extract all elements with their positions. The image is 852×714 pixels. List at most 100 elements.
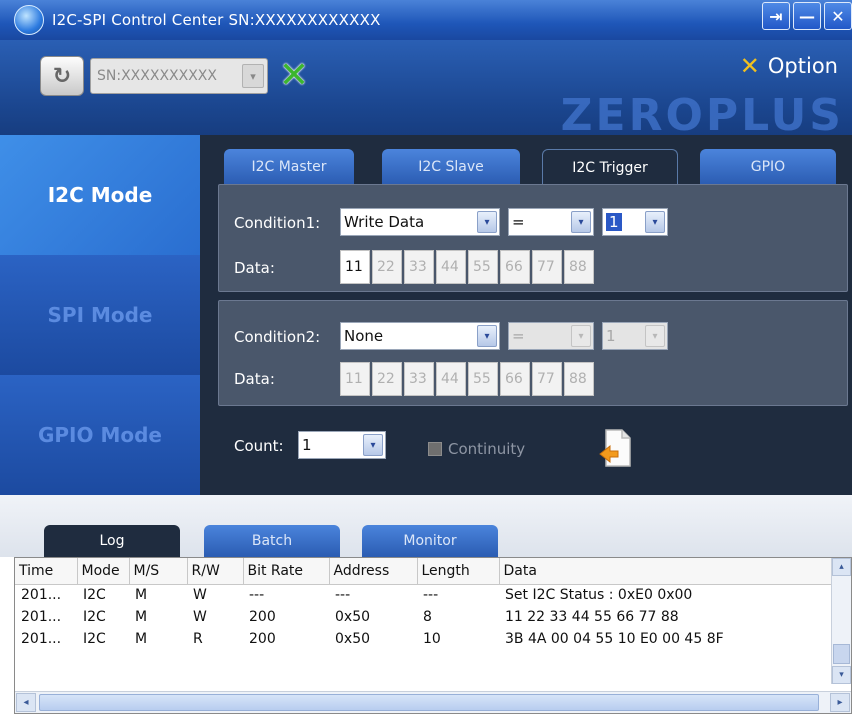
close-icon: ✕	[831, 6, 845, 26]
condition1-data-byte[interactable]: 22	[372, 250, 402, 284]
minimize-button[interactable]: —	[793, 2, 821, 30]
condition1-type-select[interactable]: Write Data ▾	[340, 208, 500, 236]
count-value: 1	[302, 436, 312, 454]
count-label: Count:	[234, 437, 284, 455]
condition2-data-byte: 55	[468, 362, 498, 396]
log-cell-time: 201...	[21, 609, 62, 625]
chevron-down-icon: ▾	[645, 211, 665, 233]
connect-icon[interactable]: ✕	[276, 58, 312, 94]
refresh-button[interactable]: ↻	[40, 56, 84, 96]
scroll-left-icon[interactable]: ◂	[16, 693, 36, 712]
condition2-data-byte: 22	[372, 362, 402, 396]
log-cell-address: ---	[335, 587, 351, 604]
tab-i2c-trigger[interactable]: I2C Trigger	[542, 149, 678, 185]
tab-gpio[interactable]: GPIO	[700, 149, 836, 185]
export-document-icon[interactable]	[598, 428, 632, 468]
condition1-data-byte[interactable]: 77	[532, 250, 562, 284]
condition1-count-select[interactable]: 1 ▾	[602, 208, 668, 236]
pin-button[interactable]: ⇥	[762, 2, 790, 30]
refresh-icon: ↻	[52, 63, 72, 89]
log-cell-ms: M	[135, 587, 148, 604]
continuity-label: Continuity	[448, 440, 526, 458]
log-cell-ms: M	[135, 609, 148, 625]
condition1-data-byte[interactable]: 66	[500, 250, 530, 284]
log-cell-rw: W	[193, 609, 207, 625]
tab-i2c-slave[interactable]: I2C Slave	[382, 149, 520, 185]
chevron-down-icon: ▾	[477, 211, 497, 233]
condition1-operator-value: =	[512, 213, 525, 231]
scroll-right-icon[interactable]: ▸	[830, 693, 850, 712]
horizontal-scroll-thumb[interactable]	[39, 694, 819, 711]
log-row[interactable]: 201... I2C M W --- --- --- Set I2C Statu…	[15, 584, 835, 606]
chevron-down-icon: ▾	[571, 325, 591, 347]
condition1-count-value: 1	[606, 213, 622, 231]
serial-number-select[interactable]: SN:XXXXXXXXXX ▾	[90, 58, 268, 94]
condition1-data-byte[interactable]: 55	[468, 250, 498, 284]
condition2-data-cells: 11 22 33 44 55 66 77 88	[340, 362, 594, 396]
log-row[interactable]: 201... I2C M W 200 0x50 8 11 22 33 44 55…	[15, 606, 835, 628]
tab-batch[interactable]: Batch	[204, 525, 340, 557]
tools-icon: ✕	[739, 52, 760, 80]
condition1-data-byte[interactable]: 11	[340, 250, 370, 284]
serial-number-value: SN:XXXXXXXXXX	[97, 68, 217, 84]
title-bar: I2C-SPI Control Center SN:XXXXXXXXXXXX ⇥…	[0, 0, 852, 40]
log-header-row: Time Mode M/S R/W Bit Rate Address Lengt…	[15, 558, 836, 585]
column-header-ms[interactable]: M/S	[129, 558, 188, 585]
log-table-panel: Time Mode M/S R/W Bit Rate Address Lengt…	[14, 557, 852, 714]
continuity-checkbox[interactable]: Continuity	[428, 440, 525, 458]
vertical-scroll-thumb[interactable]	[833, 644, 850, 664]
count-select[interactable]: 1 ▾	[298, 431, 386, 459]
condition1-data-byte[interactable]: 33	[404, 250, 434, 284]
condition2-data-byte: 88	[564, 362, 594, 396]
column-header-bitrate[interactable]: Bit Rate	[243, 558, 330, 585]
log-table: Time Mode M/S R/W Bit Rate Address Lengt…	[15, 558, 836, 650]
column-header-rw[interactable]: R/W	[187, 558, 244, 585]
condition2-type-value: None	[344, 327, 384, 345]
window-controls: ⇥ — ✕	[762, 2, 852, 30]
column-header-address[interactable]: Address	[329, 558, 418, 585]
tab-monitor[interactable]: Monitor	[362, 525, 498, 557]
condition2-label: Condition2:	[234, 328, 321, 346]
minimize-icon: —	[799, 6, 815, 26]
mode-i2c-button[interactable]: I2C Mode	[0, 135, 200, 255]
log-row[interactable]: 201... I2C M R 200 0x50 10 3B 4A 00 04 5…	[15, 628, 835, 650]
condition1-label: Condition1:	[234, 214, 321, 232]
condition2-count-select: 1 ▾	[602, 322, 668, 350]
log-cell-data: Set I2C Status : 0xE0 0x00	[505, 587, 693, 604]
tab-i2c-master[interactable]: I2C Master	[224, 149, 354, 185]
option-button[interactable]: ✕ Option	[740, 52, 838, 80]
condition2-data-label: Data:	[234, 370, 275, 388]
app-logo-icon	[14, 5, 44, 35]
brand-logo: ZEROPLUS	[560, 90, 844, 135]
condition1-data-byte[interactable]: 88	[564, 250, 594, 284]
column-header-mode[interactable]: Mode	[77, 558, 130, 585]
log-cell-mode: I2C	[83, 587, 106, 604]
log-cell-mode: I2C	[83, 609, 106, 625]
scroll-up-icon[interactable]: ▴	[832, 558, 851, 576]
tab-log[interactable]: Log	[44, 525, 180, 557]
condition1-operator-select[interactable]: = ▾	[508, 208, 594, 236]
vertical-scrollbar[interactable]: ▴ ▾	[831, 558, 851, 684]
condition1-data-cells: 11 22 33 44 55 66 77 88	[340, 250, 594, 284]
close-button[interactable]: ✕	[824, 2, 852, 30]
header-panel: ↻ SN:XXXXXXXXXX ▾ ✕ ✕ Option ZEROPLUS	[0, 40, 852, 135]
horizontal-scrollbar[interactable]: ◂ ▸	[15, 691, 851, 713]
log-cell-bitrate: 200	[249, 631, 276, 647]
chevron-down-icon: ▾	[363, 434, 383, 456]
condition1-data-byte[interactable]: 44	[436, 250, 466, 284]
condition2-type-select[interactable]: None ▾	[340, 322, 500, 350]
log-cell-address: 0x50	[335, 631, 371, 647]
column-header-length[interactable]: Length	[417, 558, 500, 585]
mode-gpio-button[interactable]: GPIO Mode	[0, 375, 200, 495]
chevron-down-icon: ▾	[242, 64, 264, 88]
log-cell-length: ---	[423, 587, 439, 604]
condition2-data-byte: 44	[436, 362, 466, 396]
scroll-down-icon[interactable]: ▾	[832, 666, 851, 684]
condition2-data-byte: 66	[500, 362, 530, 396]
column-header-data[interactable]: Data	[499, 558, 836, 585]
mode-spi-button[interactable]: SPI Mode	[0, 255, 200, 375]
log-cell-mode: I2C	[83, 631, 106, 647]
condition2-data-byte: 33	[404, 362, 434, 396]
column-header-time[interactable]: Time	[15, 558, 78, 585]
log-cell-address: 0x50	[335, 609, 371, 625]
